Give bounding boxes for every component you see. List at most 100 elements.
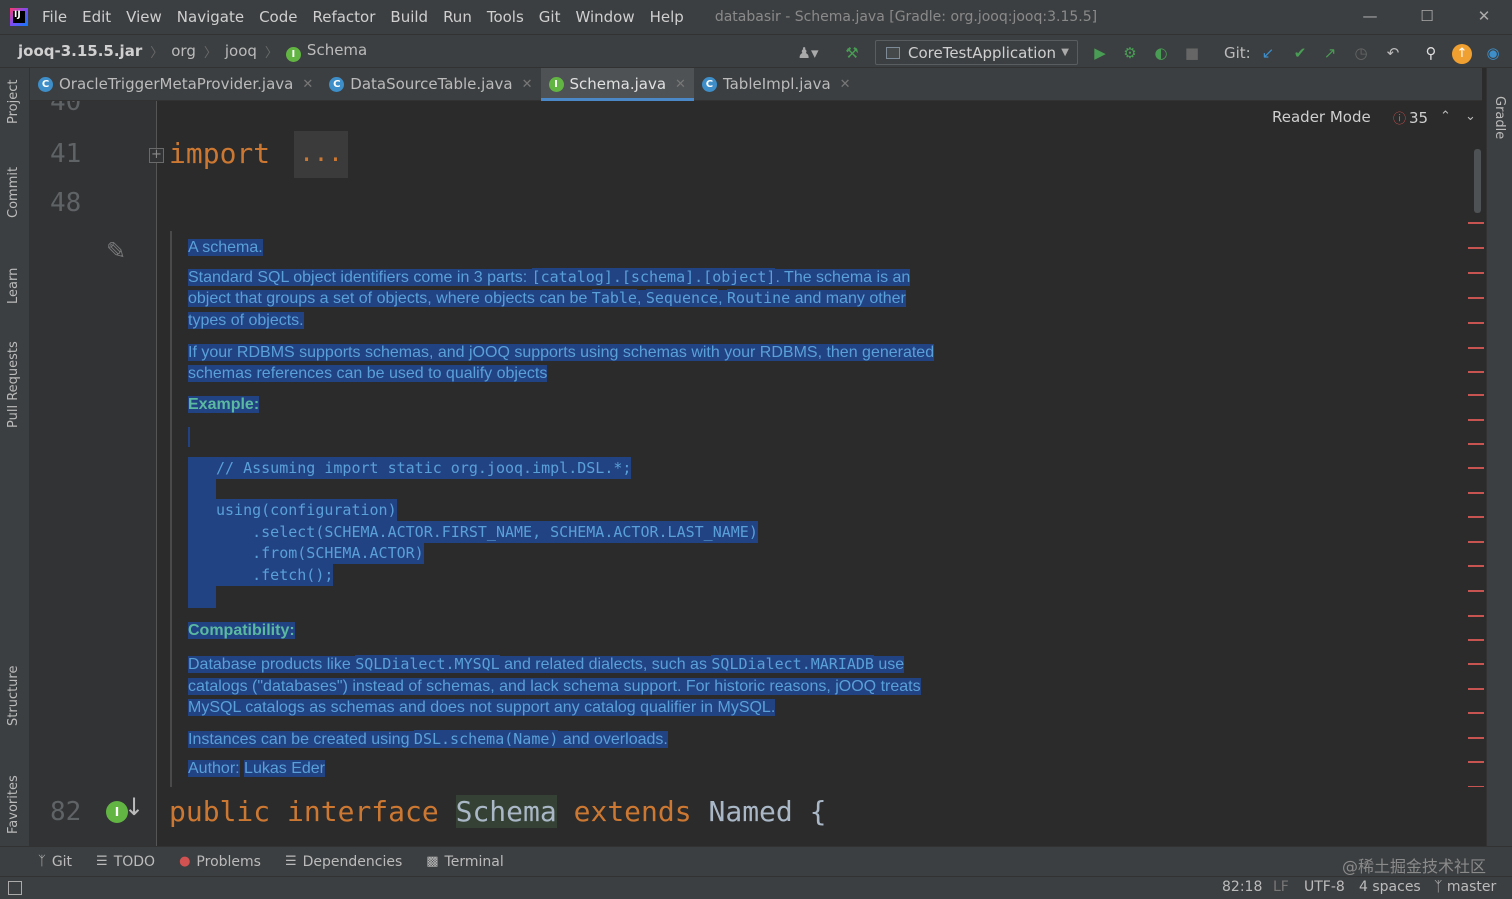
doc-code-line (188, 479, 216, 501)
error-stripe-mark[interactable] (1468, 419, 1484, 421)
tool-learn[interactable]: Learn (6, 268, 21, 304)
error-stripe-mark[interactable] (1468, 615, 1484, 617)
tool-commit[interactable]: Commit (6, 167, 21, 218)
tool-todo[interactable]: ☰ TODO (96, 854, 155, 870)
menu-navigate[interactable]: Navigate (177, 8, 244, 26)
run-configuration-select[interactable]: CoreTestApplication ▼ (875, 40, 1078, 65)
error-stripe-mark[interactable] (1468, 761, 1484, 763)
plugin-logo-icon[interactable]: ◉ (1483, 43, 1503, 63)
error-stripe-mark[interactable] (1468, 297, 1484, 299)
close-icon[interactable]: ✕ (302, 77, 313, 92)
close-icon[interactable]: ✕ (675, 77, 686, 92)
user-dropdown-icon[interactable]: ♟▾ (792, 43, 824, 63)
error-stripe-mark[interactable] (1468, 688, 1484, 690)
breadcrumb-org[interactable]: org (167, 42, 200, 60)
rollback-icon[interactable]: ↶ (1383, 43, 1403, 63)
close-icon[interactable]: ✕ (1474, 6, 1494, 26)
reader-mode-toggle[interactable]: Reader Mode (1272, 108, 1371, 126)
indent-setting[interactable]: 4 spaces (1359, 879, 1421, 895)
search-icon[interactable]: ⚲ (1421, 43, 1441, 63)
previous-problem-icon[interactable]: ⌃ (1440, 109, 1451, 124)
error-stripe-mark[interactable] (1468, 322, 1484, 324)
menu-file[interactable]: File (42, 8, 67, 26)
minimize-icon[interactable]: — (1360, 6, 1380, 26)
tool-git[interactable]: ᛉ Git (38, 854, 72, 870)
code-editor[interactable]: 40 41 48 ✎ + import ... Reader Mode ⓘ 35 … (30, 101, 1486, 846)
git-branch-icon: ᛉ (1434, 879, 1447, 895)
tool-problems[interactable]: ● Problems (179, 854, 261, 870)
error-stripe-mark[interactable] (1468, 394, 1484, 396)
menu-tools[interactable]: Tools (487, 8, 524, 26)
close-icon[interactable]: ✕ (840, 77, 851, 92)
error-stripe-mark[interactable] (1468, 712, 1484, 714)
menu-window[interactable]: Window (575, 8, 634, 26)
menu-build[interactable]: Build (390, 8, 428, 26)
problem-count[interactable]: ⓘ 35 (1393, 108, 1428, 127)
close-icon[interactable]: ✕ (522, 77, 533, 92)
tab-oracle-trigger-meta-provider[interactable]: C OracleTriggerMetaProvider.java ✕ (30, 68, 321, 100)
error-stripe-mark[interactable] (1468, 663, 1484, 665)
error-stripe-mark[interactable] (1468, 371, 1484, 373)
breadcrumb-jooq[interactable]: jooq (221, 42, 261, 60)
tab-data-source-table[interactable]: C DataSourceTable.java ✕ (321, 68, 540, 100)
tool-dependencies[interactable]: ☰ Dependencies (285, 854, 402, 870)
identifier-schema[interactable]: Schema (455, 795, 557, 828)
stop-icon[interactable]: ■ (1182, 43, 1202, 63)
error-stripe-mark[interactable] (1468, 737, 1484, 739)
tab-schema[interactable]: I Schema.java ✕ (540, 68, 695, 101)
error-stripe-mark[interactable] (1468, 247, 1484, 249)
folded-imports[interactable]: ... (294, 131, 348, 178)
window-title: databasir - Schema.java [Gradle: org.joo… (714, 9, 1098, 25)
tool-structure[interactable]: Structure (6, 666, 21, 726)
git-push-icon[interactable]: ↗ (1320, 43, 1340, 63)
update-icon[interactable]: ↑ (1452, 44, 1472, 64)
edit-pencil-icon[interactable]: ✎ (106, 237, 126, 265)
identifier-named[interactable]: Named (708, 795, 792, 828)
error-stripe-mark[interactable] (1468, 565, 1484, 567)
tool-gradle[interactable]: Gradle (1492, 96, 1507, 139)
error-stripe[interactable] (1468, 149, 1486, 846)
error-stripe-mark[interactable] (1468, 467, 1484, 469)
run-icon[interactable]: ▶ (1090, 43, 1110, 63)
maximize-icon[interactable]: ☐ (1417, 6, 1437, 26)
fold-expand-icon[interactable]: + (149, 148, 164, 163)
git-commit-icon[interactable]: ✔ (1290, 43, 1310, 63)
file-encoding[interactable]: UTF-8 (1304, 879, 1345, 895)
error-stripe-mark[interactable] (1468, 639, 1484, 641)
menu-code[interactable]: Code (259, 8, 297, 26)
next-problem-icon[interactable]: ⌄ (1465, 109, 1476, 124)
error-stripe-mark[interactable] (1468, 222, 1484, 224)
tool-terminal[interactable]: ▩ Terminal (426, 854, 503, 870)
tool-favorites[interactable]: Favorites (6, 775, 21, 834)
error-stripe-mark[interactable] (1468, 347, 1484, 349)
error-stripe-mark[interactable] (1468, 272, 1484, 274)
tab-table-impl[interactable]: C TableImpl.java ✕ (694, 68, 859, 100)
doc-code-link[interactable]: DSL.schema(Name) (413, 730, 559, 748)
coverage-icon[interactable]: ◐ (1151, 43, 1171, 63)
git-branch[interactable]: ᛉ master (1434, 879, 1496, 895)
breadcrumb-jar[interactable]: jooq-3.15.5.jar (14, 42, 146, 60)
menu-edit[interactable]: Edit (82, 8, 111, 26)
line-separator[interactable]: LF (1273, 879, 1289, 895)
caret-position[interactable]: 82:18 (1222, 879, 1262, 895)
menu-git[interactable]: Git (539, 8, 561, 26)
toggle-tool-windows-icon[interactable] (8, 881, 22, 895)
error-stripe-mark[interactable] (1468, 492, 1484, 494)
error-stripe-mark[interactable] (1468, 443, 1484, 445)
git-update-icon[interactable]: ↙ (1258, 43, 1278, 63)
tool-project[interactable]: Project (6, 80, 21, 124)
error-stripe-mark[interactable] (1468, 516, 1484, 518)
tool-pull-requests[interactable]: Pull Requests (6, 341, 21, 428)
menu-run[interactable]: Run (443, 8, 472, 26)
menu-help[interactable]: Help (650, 8, 684, 26)
error-stripe-mark[interactable] (1468, 541, 1484, 543)
debug-icon[interactable]: ⚙ (1120, 43, 1140, 63)
rendered-javadoc[interactable]: A schema. Standard SQL object identifier… (170, 231, 1370, 791)
build-hammer-icon[interactable]: ⚒ (842, 43, 862, 63)
git-history-icon[interactable]: ◷ (1351, 43, 1371, 63)
class-icon: C (38, 76, 53, 92)
menu-view[interactable]: View (126, 8, 162, 26)
menu-refactor[interactable]: Refactor (312, 8, 375, 26)
error-stripe-mark[interactable] (1468, 590, 1484, 592)
breadcrumb-schema[interactable]: I Schema (282, 41, 371, 62)
